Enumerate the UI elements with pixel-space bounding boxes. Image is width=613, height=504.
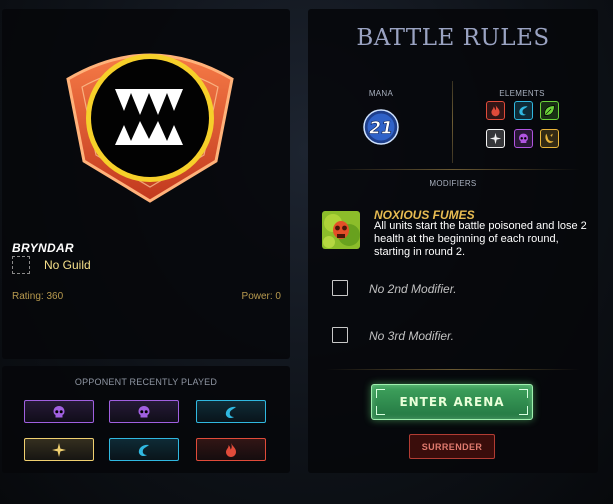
flame-icon — [226, 442, 236, 457]
water-wave-icon — [138, 444, 149, 456]
leaf-icon — [544, 105, 555, 116]
opponent-recent-title: OPPONENT RECENTLY PLAYED — [74, 377, 218, 387]
skull-icon — [53, 405, 65, 417]
skull-icon — [138, 405, 150, 417]
power-label: Power: 0 — [241, 291, 281, 302]
water-wave-icon — [225, 406, 236, 418]
vertical-divider — [452, 81, 453, 163]
rating-label: Rating: 360 — [12, 291, 64, 302]
enter-arena-label: Enter Arena — [399, 395, 505, 409]
opponent-recent-death — [24, 400, 94, 423]
player-name: BRYNDAR — [12, 241, 74, 255]
modifier-description: All units start the battle poisoned and … — [374, 220, 587, 258]
no-3rd-modifier-label: No 3rd Modifier. — [369, 329, 454, 343]
modifier-3-checkbox[interactable] — [332, 327, 348, 343]
sparkle-icon — [52, 442, 66, 457]
surrender-label: SURRENDER — [421, 441, 483, 452]
modifier-2-checkbox[interactable] — [332, 280, 348, 296]
mana-value: 21 — [369, 119, 393, 139]
opponent-recent-death — [109, 400, 179, 423]
element-earth — [540, 101, 559, 120]
dragon-icon — [545, 133, 554, 143]
opponent-recent-life — [24, 438, 94, 461]
player-panel: BRYNDAR No Guild Rating: 360 Power: 0 — [2, 9, 290, 359]
flame-icon — [491, 104, 500, 117]
guild-name[interactable]: No Guild — [44, 258, 91, 272]
elements-label: ELEMENTS — [499, 89, 545, 98]
opponent-recent-water — [109, 438, 179, 461]
enter-arena-button[interactable]: Enter Arena — [371, 384, 533, 420]
modifiers-divider — [326, 169, 580, 170]
element-life — [486, 129, 505, 148]
sparkle-icon — [489, 132, 502, 145]
actions-divider — [326, 369, 580, 370]
mana-badge-icon: 21 — [363, 109, 399, 145]
surrender-button[interactable]: SURRENDER — [409, 434, 495, 459]
battle-rules-title: BATTLE RULES — [356, 25, 550, 51]
water-wave-icon — [519, 106, 528, 116]
mana-label: MANA — [368, 89, 394, 98]
modifiers-label: MODIFIERS — [429, 179, 477, 188]
battle-rules-panel: BATTLE RULES MANA 21 ELEMENTS MODIFIERS … — [308, 9, 598, 473]
guild-placeholder-icon — [12, 256, 30, 274]
player-avatar-shield — [66, 53, 234, 203]
no-2nd-modifier-label: No 2nd Modifier. — [369, 282, 457, 296]
opponent-recent-fire — [196, 438, 266, 461]
element-dragon — [540, 129, 559, 148]
element-death — [514, 129, 533, 148]
element-fire — [486, 101, 505, 120]
skull-icon — [519, 133, 528, 143]
opponent-recent-panel: OPPONENT RECENTLY PLAYED — [2, 366, 290, 473]
opponent-recent-water — [196, 400, 266, 423]
element-water — [514, 101, 533, 120]
noxious-fumes-icon — [322, 211, 360, 249]
